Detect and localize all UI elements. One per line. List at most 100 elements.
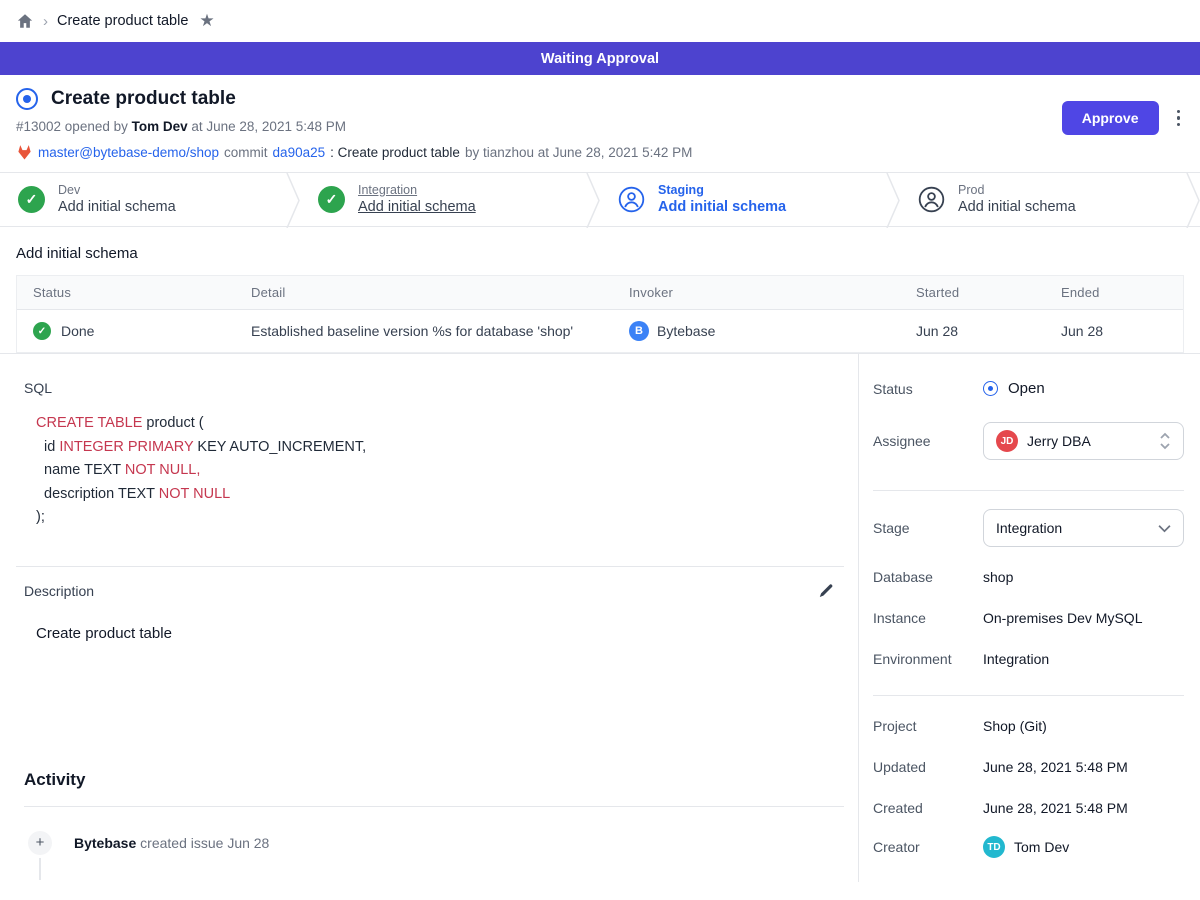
activity-item: + Bytebase created issue Jun 28	[28, 831, 858, 855]
description-label: Description	[24, 583, 94, 599]
divider	[16, 566, 844, 567]
project-value: Shop (Git)	[983, 718, 1047, 734]
database-label: Database	[873, 569, 983, 585]
col-status: Status	[17, 276, 235, 309]
stage-label: Stage	[873, 520, 983, 536]
task-section: Add initial schema Status Detail Invoker…	[0, 227, 1200, 353]
divider	[873, 695, 1184, 696]
home-icon[interactable]	[16, 12, 34, 30]
approve-button[interactable]: Approve	[1062, 101, 1159, 135]
updated-value: June 28, 2021 5:48 PM	[983, 759, 1128, 775]
commit-word: commit	[224, 145, 268, 160]
instance-label: Instance	[873, 610, 983, 626]
task-started: Jun 28	[900, 310, 1045, 352]
commit-line: master@bytebase-demo/shop commit da90a25…	[16, 144, 1184, 160]
stage-separator	[586, 173, 600, 228]
task-table: Status Detail Invoker Started Ended ✓ Do…	[16, 275, 1184, 353]
stage-task-label: Add initial schema	[58, 198, 176, 217]
col-started: Started	[900, 276, 1045, 309]
plus-icon: +	[28, 831, 52, 855]
col-invoker: Invoker	[613, 276, 900, 309]
issue-sidebar: Status Open Assignee JD Jerry DBA Stage …	[858, 354, 1200, 882]
avatar: B	[629, 321, 649, 341]
instance-value: On-premises Dev MySQL	[983, 610, 1142, 626]
task-table-header: Status Detail Invoker Started Ended	[17, 276, 1183, 310]
activity-title: Activity	[24, 770, 858, 790]
stage-env-label: Prod	[958, 182, 1076, 198]
environment-value: Integration	[983, 651, 1049, 667]
stage-select[interactable]: Integration	[983, 509, 1184, 547]
check-circle-icon: ✓	[18, 186, 45, 213]
commit-hash-link[interactable]: da90a25	[273, 145, 326, 160]
commit-suffix: by tianzhou at June 28, 2021 5:42 PM	[465, 145, 692, 160]
project-label: Project	[873, 718, 983, 734]
person-circle-icon	[618, 186, 645, 213]
task-ended: Jun 28	[1045, 310, 1183, 352]
assignee-label: Assignee	[873, 433, 983, 449]
description-content: Create product table	[36, 625, 858, 642]
divider	[24, 806, 844, 807]
issue-meta-prefix: #13002 opened by	[16, 119, 132, 134]
activity-action: created issue Jun 28	[136, 835, 269, 851]
stage-staging[interactable]: Staging Add initial schema	[600, 173, 886, 226]
created-value: June 28, 2021 5:48 PM	[983, 800, 1128, 816]
banner-text: Waiting Approval	[541, 51, 659, 67]
assignee-value: Jerry DBA	[1027, 433, 1091, 449]
person-circle-icon	[918, 186, 945, 213]
task-detail: Established baseline version %s for data…	[235, 310, 613, 352]
status-label: Status	[873, 381, 983, 397]
activity-connector	[39, 858, 41, 880]
main-content: SQL CREATE TABLE product ( id INTEGER PR…	[0, 354, 858, 882]
task-section-title: Add initial schema	[16, 245, 1184, 262]
stage-dev[interactable]: ✓ Dev Add initial schema	[0, 173, 286, 226]
breadcrumb-title: Create product table	[57, 13, 188, 29]
status-value: Open	[1008, 380, 1045, 397]
stage-env-label: Staging	[658, 182, 786, 198]
stage-env-label: Dev	[58, 182, 176, 198]
stage-separator	[286, 173, 300, 228]
breadcrumb: › Create product table ★	[0, 0, 1200, 42]
check-circle-icon: ✓	[33, 322, 51, 340]
stage-prod[interactable]: Prod Add initial schema	[900, 173, 1186, 226]
avatar: TD	[983, 836, 1005, 858]
col-ended: Ended	[1045, 276, 1183, 309]
sql-label: SQL	[24, 380, 858, 396]
database-value: shop	[983, 569, 1013, 585]
favorite-star-icon[interactable]: ★	[199, 11, 214, 31]
activity-actor: Bytebase	[74, 835, 136, 851]
created-label: Created	[873, 800, 983, 816]
stage-env-label: Integration	[358, 182, 476, 198]
commit-message: : Create product table	[330, 145, 460, 160]
chevron-right-icon: ›	[43, 13, 48, 30]
stage-task-label: Add initial schema	[358, 198, 476, 217]
stage-separator	[886, 173, 900, 228]
pipeline-bar: ✓ Dev Add initial schema ✓ Integration A…	[0, 172, 1200, 227]
task-invoker: Bytebase	[657, 323, 715, 339]
page-title: Create product table	[51, 88, 236, 110]
table-row: ✓ Done Established baseline version %s f…	[17, 310, 1183, 352]
branch-link[interactable]: master@bytebase-demo/shop	[38, 145, 219, 160]
more-menu-icon[interactable]	[1175, 108, 1183, 129]
open-status-icon	[983, 381, 998, 396]
stage-task-label: Add initial schema	[658, 198, 786, 217]
task-status: Done	[61, 323, 94, 339]
issue-header: Create product table Approve #13002 open…	[0, 75, 1200, 172]
issue-meta: #13002 opened by Tom Dev at June 28, 202…	[16, 119, 1184, 134]
updated-label: Updated	[873, 759, 983, 775]
gitlab-icon	[16, 144, 33, 160]
col-detail: Detail	[235, 276, 613, 309]
issue-meta-suffix: at June 28, 2021 5:48 PM	[188, 119, 346, 134]
stage-separator	[1186, 173, 1200, 228]
sql-code: CREATE TABLE product ( id INTEGER PRIMAR…	[36, 412, 858, 530]
stage-integration[interactable]: ✓ Integration Add initial schema	[300, 173, 586, 226]
stage-task-label: Add initial schema	[958, 198, 1076, 217]
assignee-select[interactable]: JD Jerry DBA	[983, 422, 1184, 460]
stage-value: Integration	[996, 520, 1062, 536]
issue-author: Tom Dev	[132, 119, 188, 134]
avatar: JD	[996, 430, 1018, 452]
edit-pencil-icon[interactable]	[817, 583, 834, 600]
creator-value: Tom Dev	[1014, 839, 1069, 855]
check-circle-icon: ✓	[318, 186, 345, 213]
issue-open-icon	[16, 88, 38, 110]
status-banner: Waiting Approval	[0, 42, 1200, 75]
